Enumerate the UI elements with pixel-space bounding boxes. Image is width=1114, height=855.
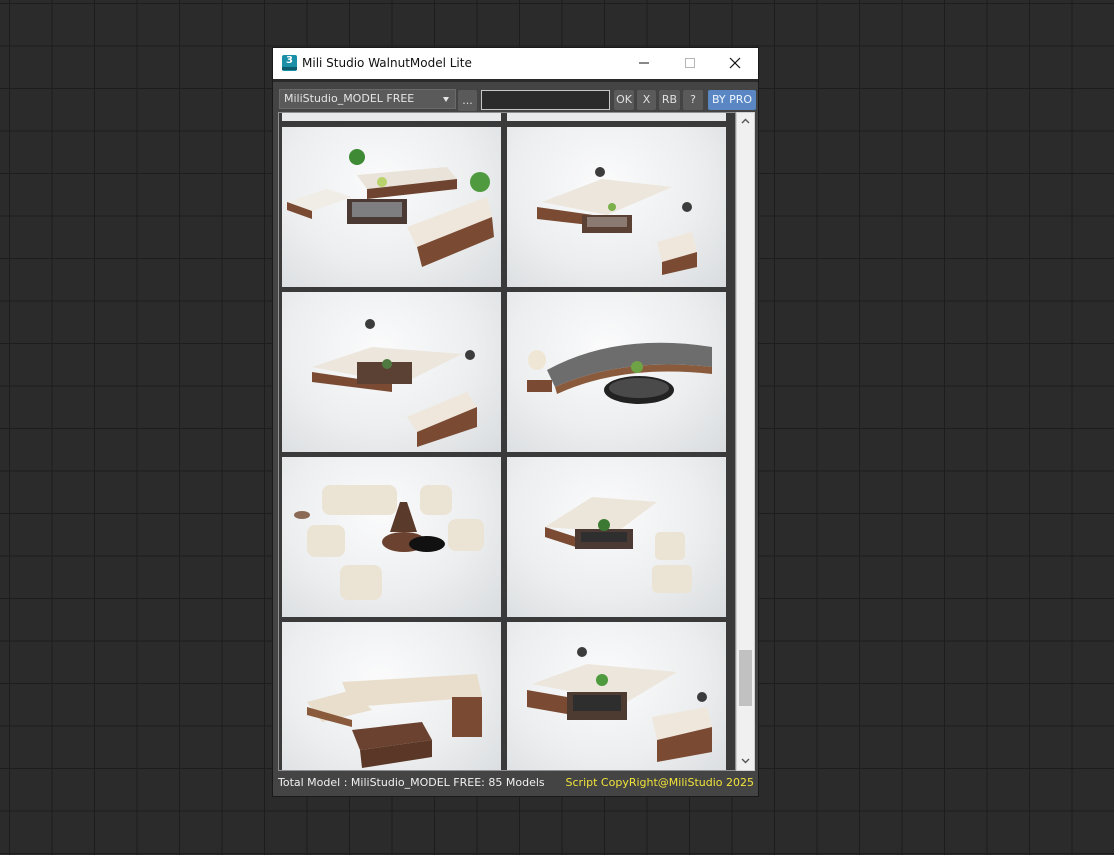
walnut-sofa-set-thumbnail: [527, 647, 712, 762]
model-thumbnail[interactable]: [282, 622, 501, 770]
close-icon: [729, 57, 741, 69]
gallery-scrollbar[interactable]: [736, 112, 755, 771]
model-gallery[interactable]: [278, 112, 736, 771]
toolbar: MiliStudio_MODEL FREE ... OK X RB ? BY P…: [273, 82, 758, 112]
app-icon-glyph: 3: [286, 55, 293, 66]
model-thumbnail[interactable]: [507, 457, 726, 617]
scroll-thumb[interactable]: [739, 650, 752, 706]
model-thumbnail[interactable]: [282, 292, 501, 452]
scroll-up-button[interactable]: [737, 113, 754, 130]
model-thumbnail[interactable]: [282, 457, 501, 617]
walnut-sofa-set-thumbnail: [287, 149, 494, 267]
maximize-button[interactable]: [667, 48, 713, 79]
model-thumbnail[interactable]: [507, 292, 726, 452]
model-thumbnail[interactable]: [507, 622, 726, 770]
maximize-icon: [685, 58, 695, 68]
copyright-text: Script CopyRight@MiliStudio 2025: [565, 776, 754, 789]
model-thumbnail[interactable]: [507, 127, 726, 287]
close-button[interactable]: [712, 48, 758, 79]
walnut-sofa-set-thumbnail: [312, 319, 477, 447]
minimize-icon: [639, 62, 649, 64]
corner-sofa-set-thumbnail: [545, 497, 692, 593]
armchair-set-thumbnail: [294, 485, 484, 600]
dropdown-arrow-icon: [443, 97, 449, 102]
app-icon: 3: [282, 55, 297, 71]
plugin-window: 3 Mili Studio WalnutModel Lite MiliStudi…: [273, 48, 758, 796]
title-bar[interactable]: 3 Mili Studio WalnutModel Lite: [273, 48, 758, 79]
library-dropdown[interactable]: MiliStudio_MODEL FREE: [279, 89, 456, 109]
walnut-sofa-set-thumbnail: [537, 167, 697, 275]
chevron-up-icon: [741, 118, 750, 124]
chaise-sofa-thumbnail: [307, 674, 482, 768]
window-title: Mili Studio WalnutModel Lite: [302, 56, 472, 70]
chevron-down-icon: [741, 758, 750, 764]
model-thumbnail[interactable]: [282, 127, 501, 287]
minimize-button[interactable]: [621, 48, 667, 79]
thumbnail-partial[interactable]: [282, 113, 501, 121]
thumbnail-partial[interactable]: [507, 113, 726, 121]
scroll-down-button[interactable]: [737, 753, 754, 770]
search-input[interactable]: [481, 90, 610, 110]
clear-button[interactable]: X: [637, 90, 656, 110]
by-pro-button[interactable]: BY PRO: [708, 90, 756, 110]
ok-button[interactable]: OK: [614, 90, 634, 110]
library-dropdown-value: MiliStudio_MODEL FREE: [284, 92, 415, 105]
rb-button[interactable]: RB: [659, 90, 680, 110]
help-button[interactable]: ?: [683, 90, 703, 110]
status-bar: Total Model : MiliStudio_MODEL FREE: 85 …: [273, 771, 758, 796]
curved-sofa-set-thumbnail: [527, 342, 712, 404]
browse-button[interactable]: ...: [458, 90, 477, 111]
total-models-text: Total Model : MiliStudio_MODEL FREE: 85 …: [278, 776, 545, 789]
